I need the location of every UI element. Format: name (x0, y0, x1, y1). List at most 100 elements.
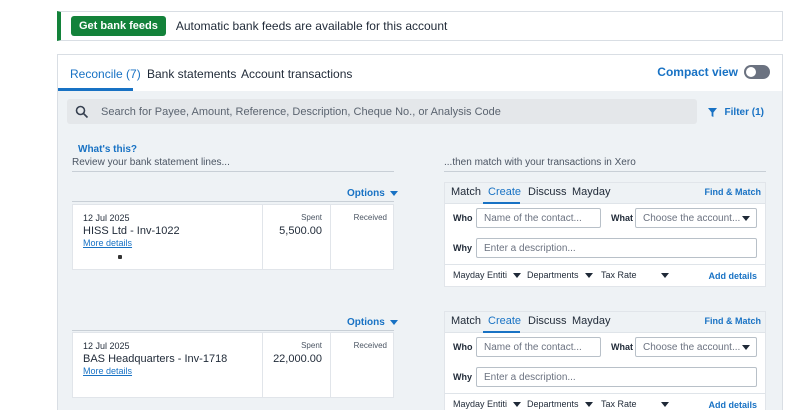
statement-details: 12 Jul 2025 BAS Headquarters - Inv-1718 … (73, 333, 262, 397)
spent-amount: 5,500.00 (279, 225, 322, 237)
caret-down-icon (389, 191, 398, 196)
filter-label: Filter (1) (724, 107, 764, 118)
statement-date: 12 Jul 2025 (83, 341, 130, 351)
spent-column: Spent 22,000.00 (262, 333, 330, 397)
tracking-value: Mayday Entiti (453, 270, 508, 280)
bank-feeds-banner: Get bank feeds Automatic bank feeds are … (57, 11, 783, 41)
received-column: Received (330, 333, 395, 397)
statement-line: 12 Jul 2025 HISS Ltd - Inv-1022 More det… (72, 204, 394, 270)
match-tabs: Match Create Discuss Mayday Find & Match (445, 183, 765, 204)
tab-reconcile[interactable]: Reconcile (7) (70, 67, 141, 81)
who-contact-input[interactable]: Name of the contact... (476, 337, 601, 357)
who-label: Who (453, 342, 473, 352)
statement-reference: BAS Headquarters - Inv-1718 (83, 353, 228, 365)
tracking-select-departments[interactable]: Departments (527, 270, 593, 280)
add-details-link[interactable]: Add details (708, 271, 757, 281)
received-label: Received (353, 213, 387, 222)
get-bank-feeds-button[interactable]: Get bank feeds (71, 16, 166, 36)
who-contact-input[interactable]: Name of the contact... (476, 208, 601, 228)
options-label: Options (347, 188, 385, 199)
what-label: What (611, 213, 633, 223)
why-row: Why Enter a description... (445, 234, 765, 264)
what-account-select[interactable]: Choose the account... (635, 337, 757, 357)
filter-icon (707, 108, 717, 117)
tab-create[interactable]: Create (488, 315, 521, 327)
tracking-select-mayday-entities[interactable]: Mayday Entiti (453, 270, 522, 280)
why-description-input[interactable]: Enter a description... (476, 238, 757, 258)
match-panel: Match Create Discuss Mayday Find & Match… (444, 311, 766, 410)
banner-text: Automatic bank feeds are available for t… (175, 19, 448, 33)
caret-down-icon (513, 273, 522, 279)
find-match-link[interactable]: Find & Match (705, 187, 762, 197)
why-row: Why Enter a description... (445, 363, 765, 393)
spent-label: Spent (301, 213, 322, 222)
who-what-row: Who Name of the contact... What Choose t… (445, 204, 765, 234)
spent-label: Spent (301, 341, 322, 350)
caret-down-icon (389, 320, 398, 325)
statement-reference: HISS Ltd - Inv-1022 (83, 225, 180, 237)
why-description-input[interactable]: Enter a description... (476, 367, 757, 387)
tab-mayday[interactable]: Mayday (572, 315, 611, 327)
statement-date: 12 Jul 2025 (83, 213, 130, 223)
mouse-cursor (118, 255, 122, 259)
statement-line: 12 Jul 2025 BAS Headquarters - Inv-1718 … (72, 332, 394, 398)
tab-create[interactable]: Create (488, 186, 521, 198)
tab-match[interactable]: Match (451, 186, 481, 198)
add-details-link[interactable]: Add details (708, 400, 757, 410)
tab-match[interactable]: Match (451, 315, 481, 327)
compact-view-control[interactable]: Compact view (657, 65, 770, 79)
why-label: Why (453, 243, 472, 253)
caret-down-icon (584, 273, 593, 279)
spent-column: Spent 5,500.00 (262, 205, 330, 269)
statement-details: 12 Jul 2025 HISS Ltd - Inv-1022 More det… (73, 205, 262, 269)
what-account-select[interactable]: Choose the account... (635, 208, 757, 228)
what-label: What (611, 342, 633, 352)
who-what-row: Who Name of the contact... What Choose t… (445, 333, 765, 363)
caret-down-icon (513, 402, 522, 408)
tracking-select-tax-rate[interactable]: Tax Rate (601, 399, 669, 409)
tab-discuss[interactable]: Discuss (528, 186, 567, 198)
tab-discuss[interactable]: Discuss (528, 315, 567, 327)
received-column: Received (330, 205, 395, 269)
tracking-row: Mayday Entiti Departments Tax Rate Add d… (445, 393, 765, 410)
options-menu[interactable]: Options (347, 188, 398, 199)
reconcile-body: Search for Payee, Amount, Reference, Des… (58, 91, 782, 410)
review-instruction: Review your bank statement lines... (72, 157, 230, 168)
caret-down-icon (660, 402, 669, 408)
tracking-select-departments[interactable]: Departments (527, 399, 593, 409)
match-panel: Match Create Discuss Mayday Find & Match… (444, 182, 766, 287)
tracking-select-mayday-entities[interactable]: Mayday Entiti (453, 399, 522, 409)
received-label: Received (353, 341, 387, 350)
compact-view-toggle[interactable] (744, 65, 770, 79)
spent-amount: 22,000.00 (273, 353, 322, 365)
search-input[interactable]: Search for Payee, Amount, Reference, Des… (101, 106, 501, 118)
tracking-select-tax-rate[interactable]: Tax Rate (601, 270, 669, 280)
what-account-value: Choose the account... (643, 342, 741, 353)
filter-button[interactable]: Filter (1) (707, 107, 764, 118)
who-label: Who (453, 213, 473, 223)
match-instruction: ...then match with your transactions in … (444, 157, 636, 168)
tab-bank-statements[interactable]: Bank statements (147, 67, 236, 81)
tab-bar: Reconcile (7) Bank statements Account tr… (58, 55, 782, 91)
reconcile-panel: Reconcile (7) Bank statements Account tr… (57, 54, 783, 410)
search-bar[interactable]: Search for Payee, Amount, Reference, Des… (67, 99, 697, 124)
options-label: Options (347, 317, 385, 328)
options-menu[interactable]: Options (347, 317, 398, 328)
more-details-link[interactable]: More details (83, 366, 132, 376)
whats-this-link[interactable]: What's this? (78, 144, 137, 155)
more-details-link[interactable]: More details (83, 238, 132, 248)
caret-down-icon (584, 402, 593, 408)
caret-down-icon (660, 273, 669, 279)
find-match-link[interactable]: Find & Match (705, 316, 762, 326)
compact-view-label: Compact view (657, 65, 738, 79)
tracking-value: Departments (527, 399, 579, 409)
tab-account-transactions[interactable]: Account transactions (241, 67, 352, 81)
divider (72, 171, 394, 172)
tab-mayday[interactable]: Mayday (572, 186, 611, 198)
tracking-value: Tax Rate (601, 270, 637, 280)
tracking-row: Mayday Entiti Departments Tax Rate Add d… (445, 264, 765, 286)
caret-down-icon (742, 345, 750, 350)
tracking-value: Mayday Entiti (453, 399, 508, 409)
tracking-value: Departments (527, 270, 579, 280)
match-tabs: Match Create Discuss Mayday Find & Match (445, 312, 765, 333)
